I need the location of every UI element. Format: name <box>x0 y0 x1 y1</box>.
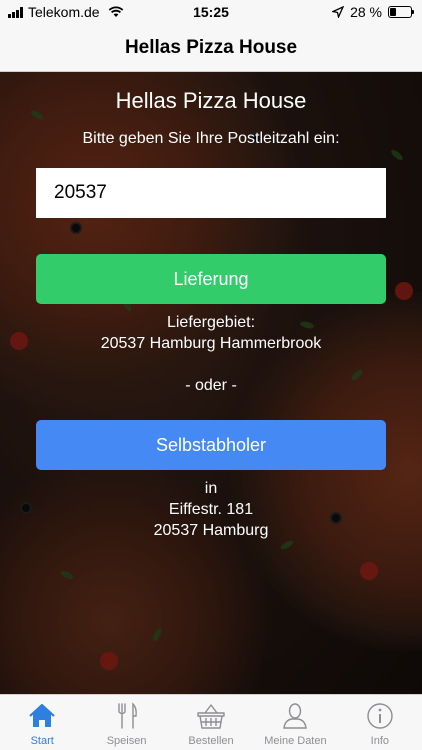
pickup-button[interactable]: Selbstabholer <box>36 420 386 470</box>
basket-icon <box>196 701 226 731</box>
tab-speisen[interactable]: Speisen <box>84 695 168 750</box>
info-icon <box>365 701 395 731</box>
home-icon <box>27 701 57 731</box>
delivery-area-label: Liefergebiet: <box>166 314 256 331</box>
tab-label: Bestellen <box>188 735 234 747</box>
nav-title: Hellas Pizza House <box>124 36 298 58</box>
delivery-area-info: Liefergebiet: 20537 Hamburg Hammerbrook <box>0 312 422 354</box>
battery-level <box>390 8 396 16</box>
status-bar: Telekom.de 15:25 28 % <box>0 0 422 24</box>
pickup-street: Eiffestr. 181 <box>168 501 254 518</box>
or-separator: - oder - <box>185 377 237 394</box>
zip-prompt: Bitte geben Sie Ihre Postleitzahl ein: <box>82 130 340 147</box>
navigation-bar: Hellas Pizza House <box>0 24 422 72</box>
tab-label: Info <box>370 735 389 747</box>
restaurant-name: Hellas Pizza House <box>115 88 307 113</box>
pickup-address: in Eiffestr. 181 20537 Hamburg <box>0 478 422 541</box>
tab-info[interactable]: Info <box>338 695 422 750</box>
tab-meine-daten[interactable]: Meine Daten <box>253 695 337 750</box>
tab-label: Start <box>30 735 54 747</box>
tab-label: Speisen <box>106 735 147 747</box>
pickup-city: 20537 Hamburg <box>153 522 269 539</box>
tab-label: Meine Daten <box>264 735 327 747</box>
zip-form: Hellas Pizza House Bitte geben Sie Ihre … <box>0 72 422 694</box>
user-icon <box>280 701 310 731</box>
tab-bar: Start Speisen Bestellen Meine Daten Info <box>0 694 422 750</box>
location-arrow-icon <box>332 6 345 18</box>
delivery-button[interactable]: Lieferung <box>36 254 386 304</box>
status-right: 28 % <box>332 4 414 20</box>
battery-icon <box>388 6 414 18</box>
battery-percent: 28 % <box>350 4 382 20</box>
main-content: Hellas Pizza House Bitte geben Sie Ihre … <box>0 72 422 694</box>
cutlery-icon <box>112 701 142 731</box>
zip-code-input[interactable] <box>36 168 386 218</box>
tab-start[interactable]: Start <box>0 695 84 750</box>
delivery-area-value: 20537 Hamburg Hammerbrook <box>100 335 322 352</box>
pickup-in-label: in <box>204 480 218 497</box>
tab-bestellen[interactable]: Bestellen <box>169 695 253 750</box>
